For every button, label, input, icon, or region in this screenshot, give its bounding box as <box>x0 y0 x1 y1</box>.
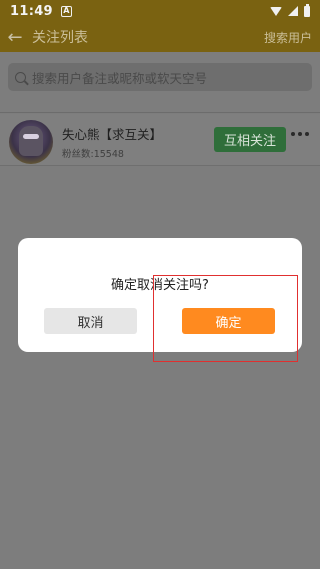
status-bar: 11:49 A <box>0 0 320 22</box>
more-icon[interactable] <box>291 132 309 136</box>
cancel-button[interactable]: 取消 <box>44 308 137 334</box>
user-name: 失心熊【求互关】 <box>62 127 163 142</box>
signal-icon <box>288 6 298 16</box>
search-placeholder: 搜索用户备注或昵称或软天空号 <box>32 70 208 86</box>
status-time: 11:49 <box>10 3 53 19</box>
mutual-follow-button[interactable]: 互相关注 <box>214 127 286 152</box>
back-arrow-icon[interactable]: ← <box>0 22 30 52</box>
fans-count: 粉丝数:15548 <box>62 149 124 160</box>
page-title: 关注列表 <box>32 30 88 46</box>
wifi-icon <box>270 6 282 16</box>
divider <box>0 112 320 113</box>
status-icons <box>270 3 310 17</box>
list-item[interactable]: 失心熊【求互关】 粉丝数:15548 互相关注 <box>0 114 320 166</box>
avatar[interactable] <box>9 120 53 164</box>
search-user-button[interactable]: 搜索用户 <box>264 29 312 46</box>
highlight-box <box>153 275 298 362</box>
battery-icon <box>304 3 310 17</box>
search-input[interactable]: 搜索用户备注或昵称或软天空号 <box>8 63 312 91</box>
notification-icon: A <box>60 5 72 17</box>
search-icon <box>15 71 26 83</box>
app-bar: ← 关注列表 搜索用户 <box>0 22 320 52</box>
avatar-face <box>23 134 39 139</box>
avatar-figure <box>19 126 43 156</box>
